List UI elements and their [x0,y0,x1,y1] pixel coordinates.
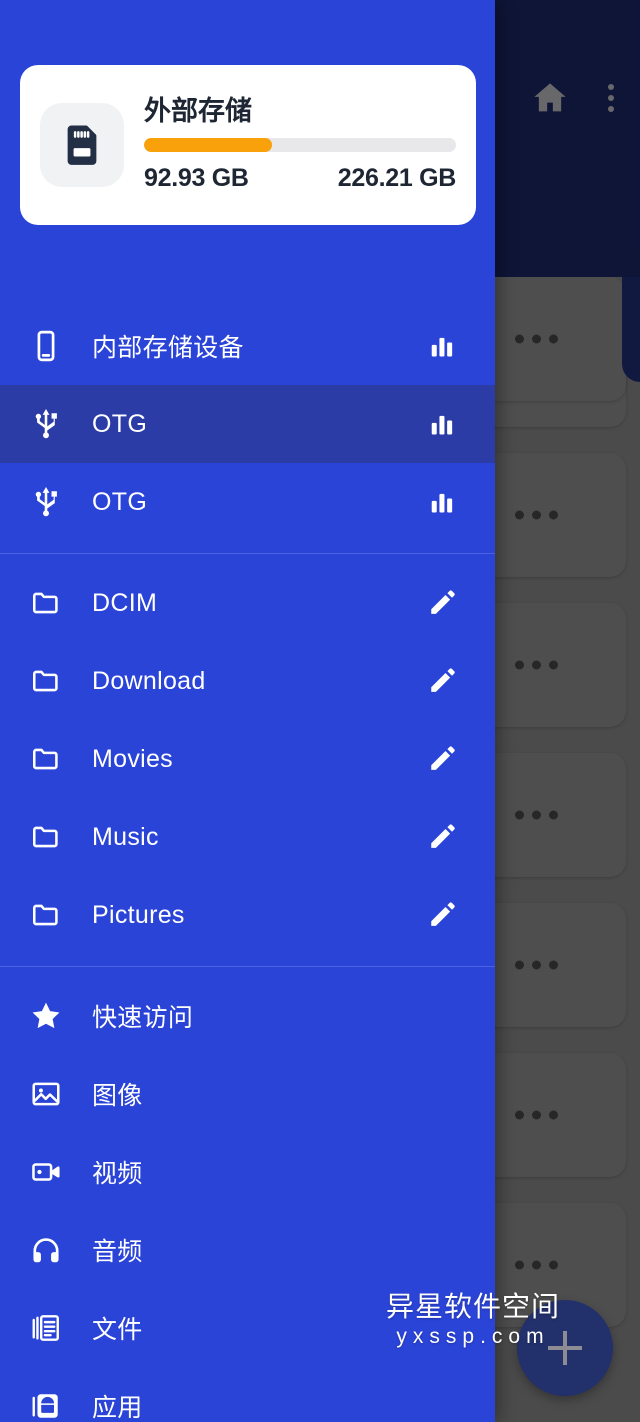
drawer-divider-1 [0,553,495,554]
drawer-section-devices: 内部存储设备 OTG OTG [0,307,495,541]
more-horizontal-icon[interactable] [515,334,558,344]
folder-icon [0,665,92,697]
drawer-item-documents[interactable]: 文件 [0,1289,495,1367]
drawer-item-internal-storage[interactable]: 内部存储设备 [0,307,495,385]
storage-total-value: 226.21 GB [337,164,457,193]
storage-summary-card[interactable]: 外部存储 92.93 GB 226.21 GB [20,65,476,225]
bar-chart-icon[interactable] [419,488,465,516]
bar-chart-icon[interactable] [419,410,465,438]
drawer-item-quick-access[interactable]: 快速访问 [0,977,495,1055]
sd-card-icon [40,103,124,187]
drawer-item-label: Pictures [92,900,185,929]
usb-icon [0,485,92,519]
smartphone-icon [0,329,92,363]
video-icon [0,1156,92,1188]
more-horizontal-icon[interactable] [515,810,558,820]
drawer-item-label: Download [92,666,206,695]
star-icon [0,999,92,1033]
document-icon [0,1312,92,1344]
bar-chart-icon[interactable] [419,332,465,360]
more-horizontal-icon[interactable] [515,1260,558,1270]
folder-icon [0,743,92,775]
folder-icon [0,821,92,853]
drawer-item-label: OTG [92,487,148,516]
drawer-item-label: 内部存储设备 [92,334,244,362]
drawer-item-label: Music [92,822,159,851]
pencil-icon[interactable] [419,822,465,852]
drawer-item-pictures[interactable]: Pictures [0,876,495,954]
drawer-item-otg-2[interactable]: OTG [0,463,495,541]
drawer-item-images[interactable]: 图像 [0,1055,495,1133]
folder-icon [0,899,92,931]
drawer-item-label: Movies [92,744,173,773]
home-icon[interactable] [530,78,570,118]
drawer-section-folders: DCIM Download Movies Music Pictures [0,564,495,954]
add-fab-button[interactable] [517,1300,613,1396]
drawer-item-list: 内部存储设备 OTG OTG DCIM Download Movies Musi… [0,307,495,1422]
drawer-item-label: 应用 [92,1394,143,1422]
drawer-item-audio[interactable]: 音频 [0,1211,495,1289]
more-horizontal-icon[interactable] [515,510,558,520]
storage-progress-bar [144,138,456,153]
drawer-item-music[interactable]: Music [0,798,495,876]
drawer-item-label: 文件 [92,1316,143,1344]
image-icon [0,1078,92,1110]
drawer-item-label: OTG [92,409,148,438]
more-horizontal-icon[interactable] [515,1110,558,1120]
plus-icon [548,1331,582,1365]
drawer-item-label: 音频 [92,1238,143,1266]
pencil-icon[interactable] [419,588,465,618]
drawer-divider-2 [0,966,495,967]
drawer-item-dcim[interactable]: DCIM [0,564,495,642]
drawer-item-download[interactable]: Download [0,642,495,720]
drawer-item-otg-1[interactable]: OTG [0,385,495,463]
more-horizontal-icon[interactable] [515,960,558,970]
navigation-drawer: 外部存储 92.93 GB 226.21 GB 内部存储设备 OTG OTG D… [0,0,495,1422]
usb-icon [0,407,92,441]
storage-progress-fill [144,138,272,153]
folder-icon [0,587,92,619]
drawer-item-label: DCIM [92,588,158,617]
drawer-section-categories: 快速访问 图像 视频 音频 文件 应用 [0,977,495,1422]
more-horizontal-icon[interactable] [515,660,558,670]
android-icon [0,1390,92,1422]
drawer-item-apps[interactable]: 应用 [0,1367,495,1422]
drawer-item-movies[interactable]: Movies [0,720,495,798]
pencil-icon[interactable] [419,900,465,930]
storage-used-value: 92.93 GB [144,164,249,193]
background-panel-edge [622,277,640,382]
drawer-item-label: 图像 [92,1082,143,1110]
pencil-icon[interactable] [419,744,465,774]
storage-title: 外部存储 [144,95,252,126]
drawer-item-label: 快速访问 [92,1004,194,1032]
overflow-menu-icon[interactable] [600,80,622,116]
pencil-icon[interactable] [419,666,465,696]
drawer-item-videos[interactable]: 视频 [0,1133,495,1211]
headphones-icon [0,1234,92,1266]
drawer-item-label: 视频 [92,1160,143,1188]
